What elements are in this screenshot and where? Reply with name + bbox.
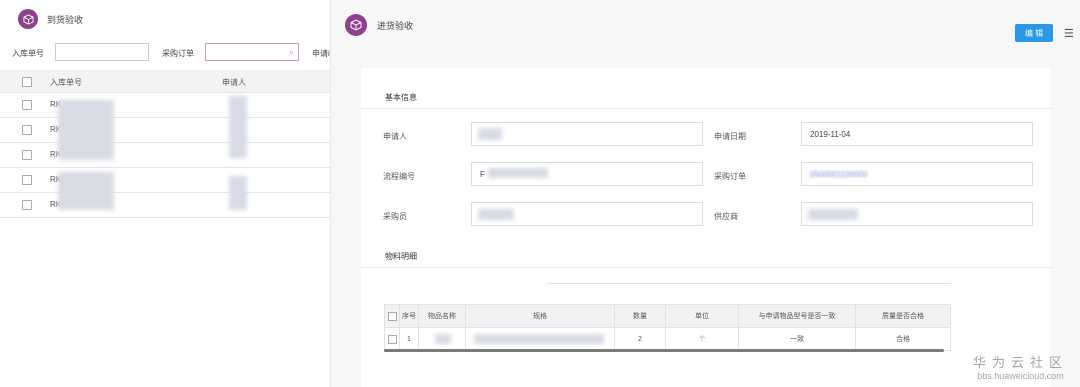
- redacted-area: [488, 168, 548, 178]
- redacted-area: [229, 176, 247, 210]
- list-icon[interactable]: ☰: [1064, 27, 1074, 40]
- redacted-area: [478, 128, 502, 140]
- apply-date-field[interactable]: 2019-11-04: [801, 122, 1033, 146]
- col-unit: 单位: [665, 304, 739, 328]
- row-checkbox[interactable]: [22, 175, 32, 185]
- row-checkbox-cell[interactable]: [384, 327, 400, 351]
- table-row[interactable]: 1 2 个 一致 合格: [384, 327, 951, 351]
- detail-panel: 进货验收 编 辑 ☰ 基本信息 申请人 申请日期 2019-11-04 流程编号…: [331, 0, 1080, 387]
- applicant-filter-label: 申请i: [312, 49, 330, 58]
- col-item-name: 物品名称: [418, 304, 466, 328]
- col-applicant: 申请人: [222, 78, 246, 87]
- applicant-label: 申请人: [383, 132, 407, 141]
- left-panel: 到货验收 入库单号 采购订单 ⌕ 申请i 入库单号 申请人 RK RK RK R…: [0, 0, 330, 387]
- applicant-field[interactable]: [471, 122, 703, 146]
- divider: [361, 267, 1051, 268]
- materials-table: 序号 物品名称 规格 数量 单位 与申请物品型号是否一致 质量是否合格 1 2 …: [384, 304, 951, 351]
- table-row[interactable]: RK: [0, 193, 330, 218]
- table-header: 入库单号 申请人: [0, 70, 330, 93]
- buyer-label: 采购员: [383, 212, 407, 221]
- table-row[interactable]: RK: [0, 93, 330, 118]
- search-icon[interactable]: ⌕: [289, 47, 294, 58]
- qty-cell: 2: [614, 327, 666, 351]
- col-quality: 质量是否合格: [855, 304, 951, 328]
- quality-cell: 合格: [855, 327, 951, 351]
- table-row[interactable]: RK: [0, 143, 330, 168]
- divider: [361, 108, 1051, 109]
- row-checkbox[interactable]: [22, 150, 32, 160]
- supplier-field[interactable]: [801, 202, 1033, 226]
- redacted-area: [474, 334, 604, 344]
- table-row[interactable]: RK: [0, 168, 330, 193]
- table-header: 序号 物品名称 规格 数量 单位 与申请物品型号是否一致 质量是否合格: [384, 304, 951, 328]
- row-checkbox[interactable]: [387, 334, 397, 344]
- po-field[interactable]: 0500001100000: [801, 162, 1033, 186]
- po-label: 采购订单: [162, 49, 194, 58]
- spec-cell: [465, 327, 615, 351]
- po-search-input[interactable]: ⌕: [205, 43, 299, 61]
- receipt-table: 入库单号 申请人 RK RK RK RK RK: [0, 70, 330, 218]
- col-receipt-no: 入库单号: [50, 78, 82, 87]
- right-header: 进货验收: [345, 14, 413, 36]
- watermark: 华为云社区 bbs.huaweicloud.com: [973, 352, 1068, 381]
- watermark-en: bbs.huaweicloud.com: [977, 371, 1064, 381]
- watermark-cn: 华为云社区: [972, 355, 1068, 370]
- form-card: 基本信息 申请人 申请日期 2019-11-04 流程编号 F 采购订单 050…: [361, 68, 1051, 387]
- redacted-area: [229, 96, 247, 158]
- box-icon: [345, 14, 367, 36]
- select-all-checkbox[interactable]: [22, 77, 32, 87]
- left-header: 到货验收: [18, 9, 83, 29]
- row-checkbox[interactable]: [22, 125, 32, 135]
- consistent-cell: 一致: [738, 327, 856, 351]
- process-no-label: 流程编号: [383, 172, 415, 181]
- apply-date-value: 2019-11-04: [810, 130, 851, 139]
- select-all-checkbox[interactable]: [387, 311, 397, 321]
- redacted-area: [478, 209, 514, 220]
- redacted-area: [58, 100, 114, 160]
- page-title: 进货验收: [377, 20, 414, 31]
- receipt-no-input[interactable]: [55, 43, 149, 61]
- apply-date-label: 申请日期: [714, 132, 746, 141]
- select-all-checkbox-cell[interactable]: [384, 304, 400, 328]
- unit-cell: 个: [665, 327, 739, 351]
- supplier-label: 供应商: [714, 212, 738, 221]
- horizontal-scrollbar[interactable]: [384, 349, 944, 352]
- divider: [547, 283, 951, 284]
- process-no-field[interactable]: F: [471, 162, 703, 186]
- item-name-cell: [418, 327, 466, 351]
- receipt-no-label: 入库单号: [12, 49, 44, 58]
- row-checkbox[interactable]: [22, 200, 32, 210]
- col-spec: 规格: [465, 304, 615, 328]
- redacted-area: [435, 334, 451, 344]
- col-consistent: 与申请物品型号是否一致: [738, 304, 856, 328]
- edit-button[interactable]: 编 辑: [1015, 24, 1053, 42]
- redacted-area: [58, 172, 114, 210]
- left-title: 到货验收: [47, 14, 84, 25]
- col-seq: 序号: [399, 304, 419, 328]
- filter-bar: 入库单号 采购订单 ⌕ 申请i: [0, 43, 330, 63]
- seq-cell: 1: [399, 327, 419, 351]
- po-label: 采购订单: [714, 172, 746, 181]
- redacted-area: [808, 209, 858, 220]
- col-qty: 数量: [614, 304, 666, 328]
- basic-info-heading: 基本信息: [385, 93, 417, 102]
- materials-heading: 物料明细: [385, 252, 417, 261]
- process-no-value: F: [480, 170, 485, 179]
- table-row[interactable]: RK: [0, 118, 330, 143]
- row-checkbox[interactable]: [22, 100, 32, 110]
- buyer-field[interactable]: [471, 202, 703, 226]
- po-value[interactable]: 0500001100000: [810, 170, 867, 179]
- box-icon: [18, 9, 38, 29]
